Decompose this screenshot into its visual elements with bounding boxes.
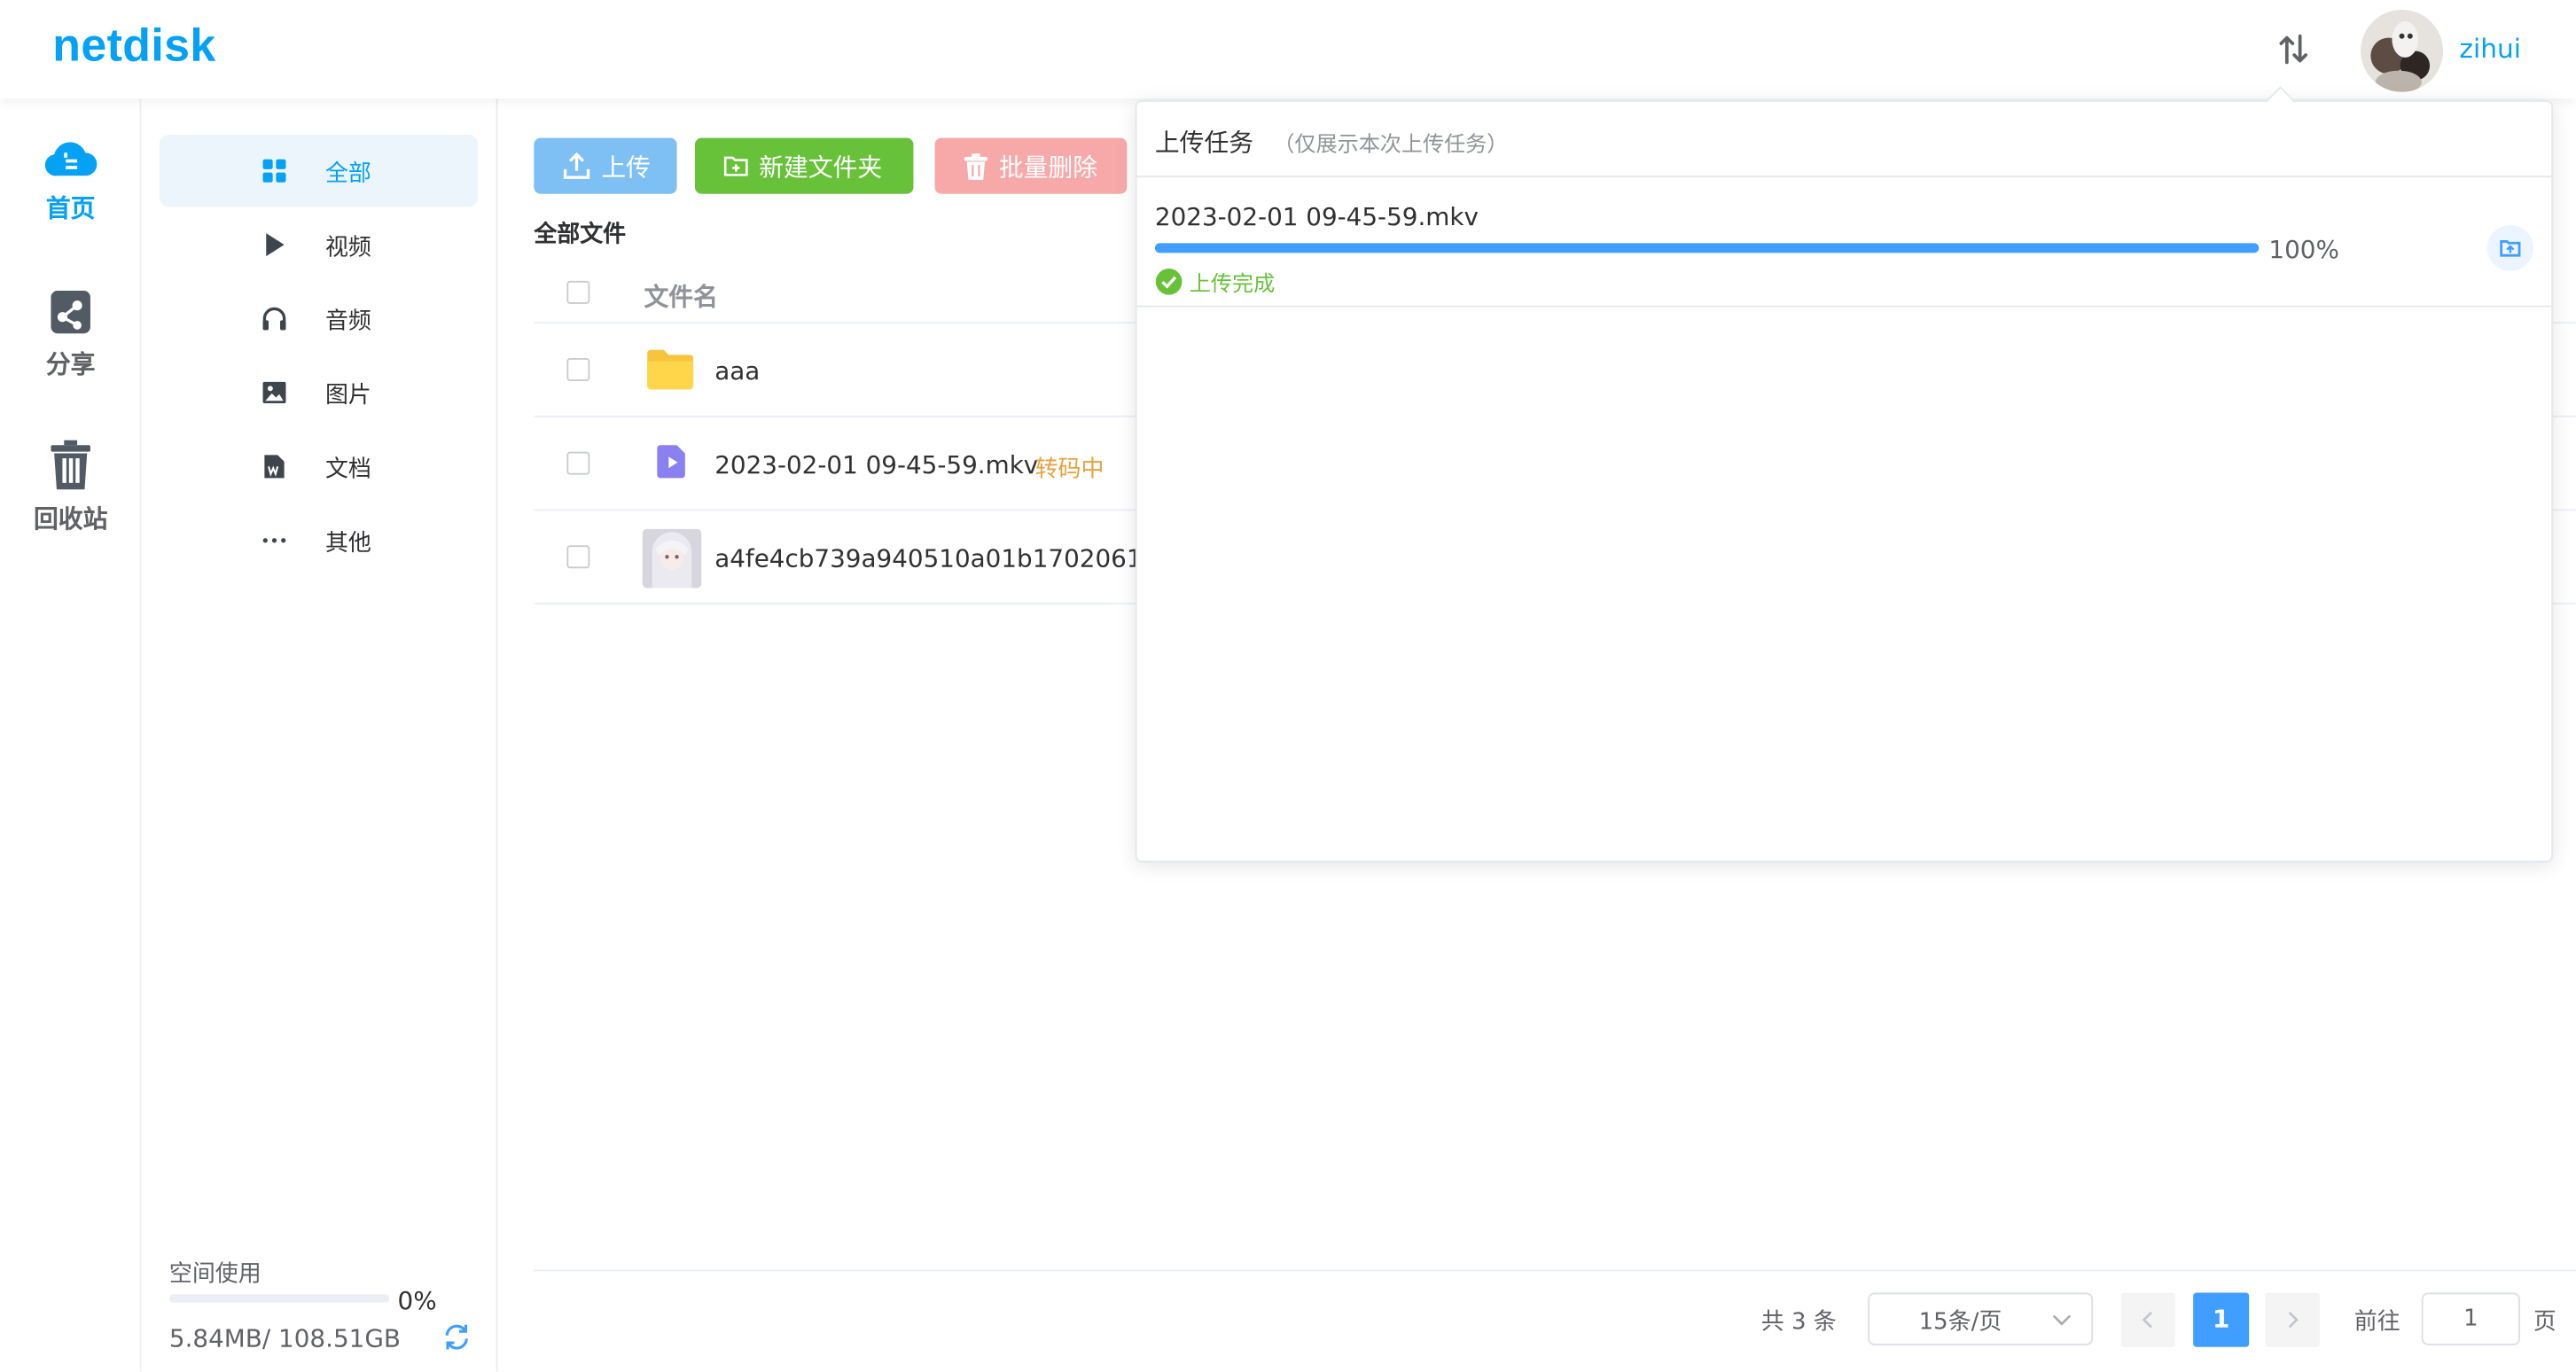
nav-recycle-label: 回收站 bbox=[33, 503, 108, 534]
popover-subtitle: （仅展示本次上传任务） bbox=[1273, 133, 1509, 158]
upload-button[interactable]: 上传 bbox=[534, 137, 677, 194]
file-name[interactable]: a4fe4cb739a940510a01b170206130 bbox=[714, 543, 1174, 573]
upload-task-filename: 2023-02-01 09-45-59.mkv bbox=[1154, 201, 1479, 232]
headphones-icon bbox=[262, 307, 286, 331]
more-icon bbox=[262, 538, 286, 543]
batch-delete-button[interactable]: 批量删除 bbox=[934, 137, 1128, 194]
chevron-right-icon bbox=[2288, 1311, 2299, 1329]
username[interactable]: zihui bbox=[2459, 33, 2521, 64]
sort-transfer-icon[interactable] bbox=[2274, 29, 2313, 68]
upload-status: 上传完成 bbox=[1155, 266, 1275, 297]
upload-task-popover: 上传任务 （仅展示本次上传任务） 2023-02-01 09-45-59.mkv… bbox=[1135, 100, 2554, 862]
footer-divider bbox=[534, 1269, 2576, 1272]
page-unit-label: 页 bbox=[2533, 1309, 2556, 1336]
folder-add-icon bbox=[723, 156, 748, 176]
category-audio-label: 音频 bbox=[324, 308, 371, 336]
upload-button-label: 上传 bbox=[601, 152, 651, 182]
breadcrumb[interactable]: 全部文件 bbox=[534, 217, 626, 250]
cloud-icon bbox=[44, 142, 98, 176]
page-number-current[interactable]: 1 bbox=[2193, 1292, 2250, 1347]
nav-share[interactable]: 分享 bbox=[0, 287, 141, 381]
page-size-select[interactable]: 15条/页 bbox=[1868, 1292, 2094, 1345]
chevron-left-icon bbox=[2142, 1311, 2152, 1329]
category-all-label: 全部 bbox=[324, 160, 371, 188]
nav-home[interactable]: 首页 bbox=[0, 135, 141, 225]
upload-progress-fill bbox=[1154, 243, 2260, 253]
space-usage-bar bbox=[168, 1294, 390, 1303]
goto-label: 前往 bbox=[2354, 1309, 2400, 1336]
row-checkbox[interactable] bbox=[566, 358, 590, 381]
row-checkbox[interactable] bbox=[566, 451, 590, 475]
upload-progress-bar bbox=[1154, 243, 2260, 253]
app-root: netdisk zihui 首页 分享 回收站 全部 视频 音频 图片 文档 其… bbox=[0, 0, 2576, 1372]
column-filename: 文件名 bbox=[644, 282, 718, 313]
category-image-label: 图片 bbox=[324, 382, 371, 409]
folder-open-icon bbox=[2500, 240, 2521, 257]
select-all-checkbox[interactable] bbox=[566, 280, 590, 304]
primary-nav: 首页 分享 回收站 bbox=[0, 98, 142, 1372]
next-page-button[interactable] bbox=[2265, 1292, 2320, 1347]
open-folder-button[interactable] bbox=[2486, 224, 2533, 271]
play-icon bbox=[266, 233, 285, 257]
share-icon bbox=[51, 291, 90, 334]
category-video-label: 视频 bbox=[324, 235, 371, 261]
avatar[interactable] bbox=[2361, 10, 2443, 92]
category-document[interactable]: 文档 bbox=[160, 431, 479, 503]
image-thumbnail bbox=[642, 528, 702, 589]
category-sidebar: 全部 视频 音频 图片 文档 其他 空间使用 0% 5.84MB/ 108.51… bbox=[141, 98, 498, 1372]
goto-page-input[interactable] bbox=[2421, 1292, 2520, 1345]
video-file-icon bbox=[657, 445, 685, 479]
space-usage-value: 5.84MB/ 108.51GB bbox=[168, 1323, 401, 1354]
delete-icon bbox=[964, 152, 987, 180]
space-usage-percent: 0% bbox=[397, 1286, 437, 1316]
grid-icon bbox=[262, 159, 286, 183]
category-other[interactable]: 其他 bbox=[160, 504, 479, 577]
category-document-label: 文档 bbox=[324, 456, 371, 483]
category-all[interactable]: 全部 bbox=[159, 134, 479, 207]
category-image[interactable]: 图片 bbox=[160, 356, 479, 429]
file-name[interactable]: aaa bbox=[714, 356, 760, 386]
transcode-status-badge: 转码中 bbox=[1034, 456, 1105, 483]
chevron-down-icon bbox=[2052, 1314, 2072, 1326]
nav-recycle[interactable]: 回收站 bbox=[0, 439, 141, 535]
trash-icon bbox=[51, 440, 90, 490]
upload-task-item: 2023-02-01 09-45-59.mkv 100% 上传完成 bbox=[1136, 177, 2552, 308]
file-name[interactable]: 2023-02-01 09-45-59.mkv bbox=[714, 450, 1038, 479]
upload-status-label: 上传完成 bbox=[1189, 272, 1276, 298]
prev-page-button[interactable] bbox=[2120, 1292, 2175, 1347]
batch-delete-button-label: 批量删除 bbox=[998, 152, 1098, 182]
category-audio[interactable]: 音频 bbox=[160, 283, 479, 355]
new-folder-button-label: 新建文件夹 bbox=[759, 152, 883, 182]
top-header: netdisk zihui bbox=[0, 0, 2576, 99]
folder-icon bbox=[647, 349, 694, 390]
upload-icon bbox=[563, 152, 590, 179]
new-folder-button[interactable]: 新建文件夹 bbox=[694, 137, 914, 194]
refresh-icon[interactable] bbox=[442, 1322, 472, 1352]
nav-share-label: 分享 bbox=[45, 349, 96, 380]
document-icon bbox=[264, 455, 285, 479]
popover-title: 上传任务 bbox=[1154, 128, 1254, 158]
app-logo[interactable]: netdisk bbox=[52, 19, 215, 72]
check-circle-icon bbox=[1155, 269, 1183, 295]
image-icon bbox=[262, 381, 286, 403]
page-size-value: 15条/页 bbox=[1918, 1309, 2002, 1336]
space-usage-title: 空间使用 bbox=[168, 1261, 262, 1288]
category-video[interactable]: 视频 bbox=[160, 208, 479, 281]
popover-header: 上传任务 （仅展示本次上传任务） bbox=[1136, 102, 2552, 178]
pagination-total: 共 3 条 bbox=[1760, 1309, 1837, 1336]
row-checkbox[interactable] bbox=[566, 545, 590, 569]
upload-progress-percent: 100% bbox=[2268, 235, 2339, 265]
nav-home-label: 首页 bbox=[45, 193, 96, 224]
category-other-label: 其他 bbox=[324, 530, 371, 557]
